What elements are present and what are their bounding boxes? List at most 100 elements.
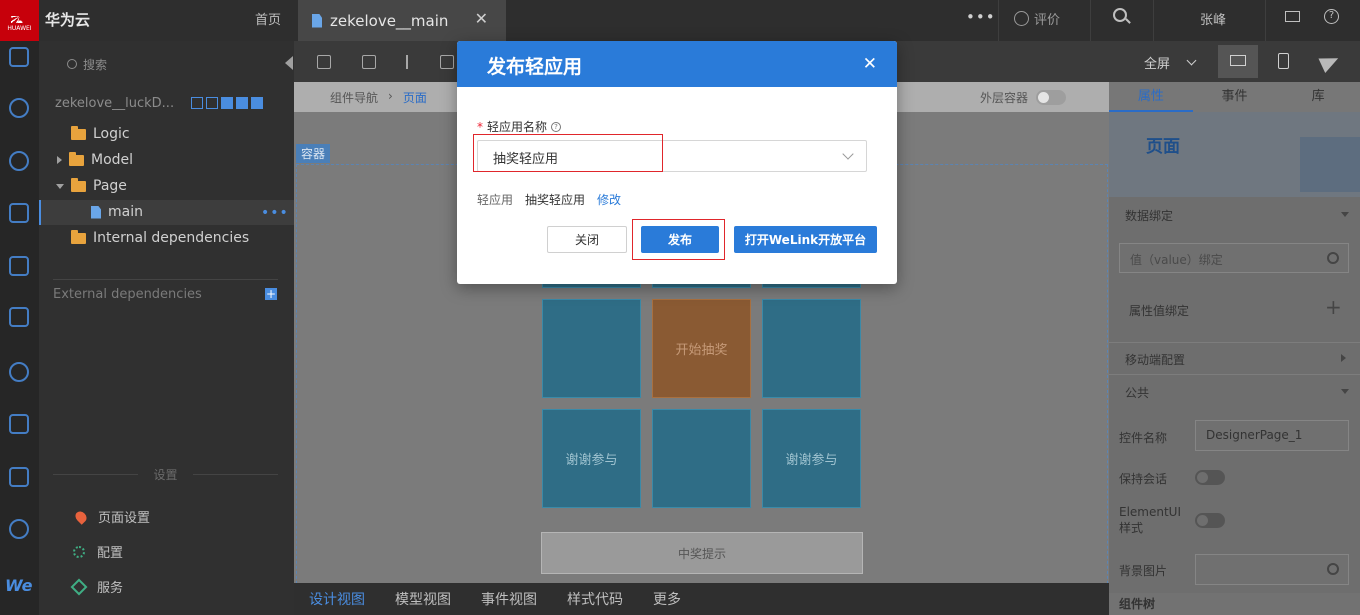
tab-main[interactable]: zekelove__main ✕ [298,0,506,41]
highlight-box [632,219,725,260]
grid-cell[interactable] [542,299,641,398]
bg-image-input[interactable] [1195,554,1349,585]
modify-link[interactable]: 修改 [597,191,621,208]
run-icon[interactable] [9,203,29,223]
preview-icon[interactable] [9,307,29,327]
value-binding-input[interactable]: 值（value）绑定 [1119,243,1349,273]
tree-item-page[interactable]: Page [56,177,127,194]
prize-tip-box[interactable]: 中奖提示 [541,532,863,574]
help-icon[interactable]: ? [1324,9,1339,24]
chevron-down-icon[interactable] [1341,212,1349,217]
target-icon[interactable] [9,362,29,382]
collapse-panel-icon[interactable] [285,56,293,70]
tab-style-code[interactable]: 样式代码 [567,589,623,609]
mail-icon[interactable] [1285,11,1300,22]
cloud-upload-icon[interactable] [9,519,29,539]
huawei-logo[interactable]: HUAWEI [0,0,39,41]
grid-cell[interactable]: 谢谢参与 [762,409,861,508]
folder-icon [71,229,86,244]
lock-icon[interactable] [317,55,331,69]
grid-cell[interactable] [652,409,751,508]
control-name-input[interactable]: DesignerPage_1 [1195,420,1349,451]
tree-item-logic[interactable]: Logic [71,125,130,142]
tab-more[interactable]: 更多 [653,589,681,609]
toggle-switch[interactable] [1036,90,1067,105]
rate-button[interactable]: 评价 [1014,9,1060,28]
search-icon [67,59,77,69]
wrench-icon[interactable] [9,467,29,487]
setting-label: 服务 [97,581,124,596]
mobile-view-button[interactable] [1264,45,1304,78]
unlock-icon[interactable] [362,55,376,69]
gear-icon[interactable] [1327,252,1339,264]
home-link[interactable]: 首页 [255,9,281,28]
console-icon[interactable] [9,414,29,434]
sync-icon[interactable] [9,98,29,118]
tab-design-view[interactable]: 设计视图 [309,589,365,609]
outer-container-toggle[interactable]: 外层容器 [980,89,1067,106]
tab-close-icon[interactable]: ✕ [475,9,488,28]
tree-item-internal-deps[interactable]: Internal dependencies [71,229,249,246]
keep-session-toggle[interactable] [1195,470,1225,485]
chevron-down-icon [842,148,854,160]
help-icon[interactable]: ? [551,121,562,132]
open-welink-button[interactable]: 打开WeLink开放平台 [734,226,877,253]
setting-service[interactable]: 服务 [70,577,124,596]
element-ui-toggle[interactable] [1195,513,1225,528]
brand-title[interactable]: 华为云 [45,9,90,30]
tab-event-view[interactable]: 事件视图 [481,589,537,609]
tab-events[interactable]: 事件 [1193,82,1277,112]
component-tree-row[interactable]: 组件树 [1109,593,1360,615]
gear-icon[interactable] [1327,563,1339,575]
desktop-view-button[interactable] [1218,45,1258,78]
tree-item-main[interactable]: main [91,204,143,220]
close-icon[interactable]: ✕ [863,54,877,74]
user-name[interactable]: 张峰 [1200,9,1226,28]
container-tag[interactable]: 容器 [296,144,331,163]
start-draw-cell[interactable]: 开始抽奖 [652,299,751,398]
welink-icon[interactable]: We [5,576,32,595]
history-icon[interactable] [9,151,29,171]
fullscreen-select[interactable]: 全屏 [1144,53,1197,72]
save-icon[interactable] [440,55,454,69]
setting-config[interactable]: 配置 [73,542,123,561]
expand-icon[interactable] [191,97,203,109]
logo-text: HUAWEI [7,25,32,32]
data-binding-label: 数据绑定 [1125,209,1174,223]
smile-icon [1014,11,1029,26]
setting-page-settings[interactable]: 页面设置 [73,507,150,526]
tab-library[interactable]: 库 [1276,82,1360,112]
tree-item-model[interactable]: Model [57,151,133,168]
explorer-search[interactable]: 搜索 [53,54,278,74]
add-dependency-icon[interactable]: + [265,288,277,300]
run-icon[interactable] [221,97,233,109]
branch-icon[interactable] [9,256,29,276]
chevron-down-icon[interactable] [1341,389,1349,394]
filter-icon[interactable] [236,97,248,109]
tab-properties[interactable]: 属性 [1109,82,1193,112]
tree-item-main-selected[interactable] [39,200,294,225]
refresh-icon[interactable] [206,97,218,109]
add-icon[interactable] [251,97,263,109]
row-menu-icon[interactable]: ••• [261,205,289,221]
publish-icon-button[interactable] [1310,45,1350,78]
grid-cell[interactable]: 谢谢参与 [542,409,641,508]
download-icon[interactable] [9,47,29,67]
tree-item-label: main [108,204,143,220]
breadcrumb-item-current[interactable]: 页面 [403,89,427,106]
chevron-down-icon [1186,55,1197,66]
chevron-right-icon[interactable] [1341,354,1346,362]
huawei-petal-icon [10,9,29,23]
close-button[interactable]: 关闭 [547,226,627,253]
add-binding-icon[interactable]: + [1325,295,1342,319]
divider [1109,374,1360,375]
info-value: 抽奖轻应用 [525,193,586,207]
location-pin-icon [73,508,89,525]
project-name[interactable]: zekelove__luckD... [55,96,174,111]
grid-cell[interactable] [762,299,861,398]
search-icon[interactable] [1113,8,1127,22]
more-menu-icon[interactable]: ••• [966,8,996,26]
breadcrumb-item[interactable]: 组件导航 [330,89,378,106]
tab-model-view[interactable]: 模型视图 [395,589,451,609]
external-dependencies[interactable]: External dependencies [53,287,202,302]
